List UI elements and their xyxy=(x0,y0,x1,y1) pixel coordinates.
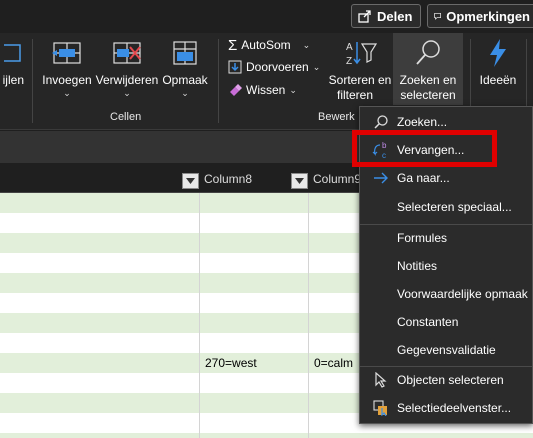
menu-item-label: Notities xyxy=(397,259,438,273)
menu-item-notes[interactable]: Notities xyxy=(360,253,532,279)
find-select-button[interactable]: Zoeken en selecteren xyxy=(393,33,463,103)
menu-item-label: Selectiedeelvenster... xyxy=(397,401,512,415)
dropdown-arrow-icon xyxy=(295,178,304,184)
svg-text:A: A xyxy=(346,42,353,53)
menu-item-label: Formules xyxy=(397,231,448,245)
menu-item-label: Selecteren speciaal... xyxy=(397,200,512,214)
ideas-label: Ideeën xyxy=(479,73,517,87)
eraser-icon xyxy=(230,84,242,96)
fill-button[interactable]: Doorvoeren ⌄ xyxy=(228,57,320,77)
table-row[interactable] xyxy=(0,433,533,438)
sigma-icon: Σ xyxy=(228,36,238,54)
menu-item-label: Voorwaardelijke opmaak xyxy=(397,287,528,301)
menu-item-label: Objecten selecteren xyxy=(397,373,504,387)
lightning-icon xyxy=(487,33,509,73)
chevron-down-icon: ⌄ xyxy=(289,85,297,95)
ideas-button[interactable]: Ideeën xyxy=(476,33,520,88)
find-select-label-2: selecteren xyxy=(400,88,456,102)
menu-item-goto[interactable]: Ga naar... xyxy=(360,165,532,191)
svg-text:Z: Z xyxy=(346,56,352,67)
insert-cells-button[interactable]: Invoegen ⌄ xyxy=(40,33,94,98)
fill-label: Doorvoeren xyxy=(246,60,309,74)
column8-header[interactable]: Column8 xyxy=(204,172,252,186)
chevron-down-icon: ⌄ xyxy=(63,88,71,98)
column9-filter-button[interactable] xyxy=(291,173,308,189)
insert-cells-label: Invoegen xyxy=(42,73,92,87)
cell-column9[interactable]: 0=calm xyxy=(314,356,353,370)
column-gridline xyxy=(308,193,309,438)
menu-item-data-validation[interactable]: Gegevensvalidatie xyxy=(360,337,532,363)
comments-label: Opmerkingen xyxy=(446,8,530,24)
menu-item-label: Constanten xyxy=(397,315,459,329)
chevron-down-icon: ⌄ xyxy=(302,40,311,50)
menu-item-select-special[interactable]: Selecteren speciaal... xyxy=(360,194,532,220)
column9-header[interactable]: Column9 xyxy=(313,172,361,186)
menu-item-conditional-formatting[interactable]: Voorwaardelijke opmaak xyxy=(360,281,532,307)
format-cells-icon xyxy=(170,33,200,73)
share-icon xyxy=(358,10,371,23)
menu-item-label: Gegevensvalidatie xyxy=(397,343,496,357)
replace-highlight-box xyxy=(352,130,497,167)
chevron-down-icon: ⌄ xyxy=(123,88,131,98)
magnifier-icon xyxy=(413,33,443,73)
autosum-button[interactable]: Σ AutoSom ⌄ xyxy=(228,35,310,55)
selection-pane-icon xyxy=(372,399,390,417)
menu-item-label: Ga naar... xyxy=(397,171,450,185)
column-gridline xyxy=(199,193,200,438)
share-label: Delen xyxy=(377,8,413,24)
column8-filter-button[interactable] xyxy=(182,173,199,189)
menu-item-selection-pane[interactable]: Selectiedeelvenster... xyxy=(360,395,532,421)
group-separator xyxy=(218,39,219,123)
fill-down-icon xyxy=(228,60,242,74)
menu-item-constants[interactable]: Constanten xyxy=(360,309,532,335)
sort-filter-icon: A Z xyxy=(342,33,378,73)
chevron-down-icon: ⌄ xyxy=(312,62,321,72)
bewerken-group-label: Bewerk xyxy=(318,111,355,123)
delete-cells-button[interactable]: Verwijderen ⌄ xyxy=(95,33,159,98)
partial-icon xyxy=(4,33,24,73)
chevron-down-icon: ⌄ xyxy=(181,88,189,98)
menu-item-formulas[interactable]: Formules xyxy=(360,225,532,251)
pointer-icon xyxy=(372,371,390,389)
cell-column8[interactable]: 270=west xyxy=(205,356,257,370)
menu-item-select-objects[interactable]: Objecten selecteren xyxy=(360,367,532,393)
group-separator xyxy=(32,39,33,123)
cellen-group-label: Cellen xyxy=(110,111,142,123)
comments-button[interactable]: Opmerkingen xyxy=(427,4,533,28)
top-bar: Delen Opmerkingen xyxy=(0,0,533,33)
find-select-label-1: Zoeken en xyxy=(399,73,457,87)
sort-filter-button[interactable]: A Z Sorteren en filteren xyxy=(326,33,394,103)
insert-cells-icon xyxy=(51,33,83,73)
partial-left-button[interactable]: ijlen xyxy=(0,33,24,88)
format-cells-label: Opmaak xyxy=(162,73,208,87)
share-button[interactable]: Delen xyxy=(351,4,421,28)
sort-filter-label-2: filteren xyxy=(336,88,374,102)
dropdown-arrow-icon xyxy=(186,178,195,184)
clear-button[interactable]: Wissen ⌄ xyxy=(228,80,297,100)
sort-filter-label-1: Sorteren en xyxy=(328,73,392,87)
menu-item-label: Zoeken... xyxy=(397,115,448,129)
delete-cells-icon xyxy=(111,33,143,73)
comment-icon xyxy=(434,13,442,20)
partial-left-label: ijlen xyxy=(2,73,24,87)
clear-label: Wissen xyxy=(246,83,286,97)
delete-cells-label: Verwijderen xyxy=(95,73,159,87)
format-cells-button[interactable]: Opmaak ⌄ xyxy=(160,33,210,98)
autosum-label: AutoSom xyxy=(241,38,291,52)
search-icon xyxy=(372,113,390,131)
arrow-right-icon xyxy=(372,169,390,187)
